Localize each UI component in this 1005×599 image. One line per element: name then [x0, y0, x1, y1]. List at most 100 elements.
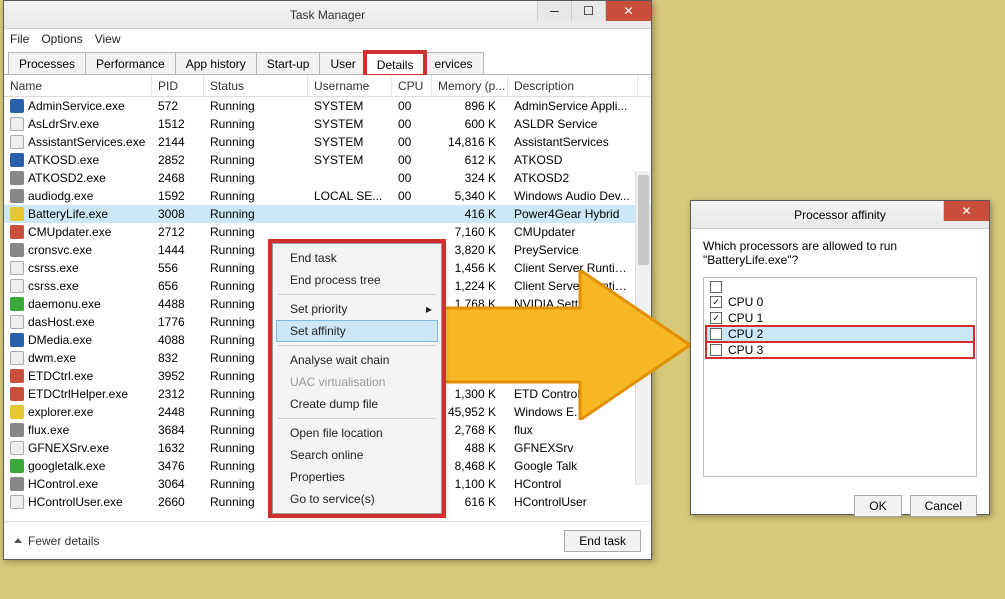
table-row[interactable]: ATKOSD2.exe2468Running00324 KATKOSD2: [4, 169, 651, 187]
process-status: Running: [204, 135, 308, 149]
tab-ervices[interactable]: ervices: [423, 52, 483, 74]
cpu-row[interactable]: CPU 2: [706, 326, 974, 342]
process-memory: 600 K: [432, 117, 508, 131]
process-icon: [10, 333, 24, 347]
process-desc: PreyService: [508, 243, 638, 257]
cancel-button[interactable]: Cancel: [910, 495, 977, 517]
process-icon: [10, 135, 24, 149]
tab-user[interactable]: User: [319, 52, 366, 74]
process-icon: [10, 441, 24, 455]
table-row[interactable]: AsLdrSrv.exe1512RunningSYSTEM00600 KASLD…: [4, 115, 651, 133]
tab-processes[interactable]: Processes: [8, 52, 86, 74]
process-status: Running: [204, 99, 308, 113]
col-name[interactable]: Name: [4, 75, 152, 96]
process-status: Running: [204, 153, 308, 167]
checkbox[interactable]: [710, 281, 722, 293]
menu-item-go-to-service-s-[interactable]: Go to service(s): [276, 488, 438, 510]
menu-item-end-process-tree[interactable]: End process tree: [276, 269, 438, 291]
process-pid: 1512: [152, 117, 204, 131]
process-icon: [10, 117, 24, 131]
cpu-row[interactable]: [706, 280, 974, 294]
process-pid: 4088: [152, 333, 204, 347]
checkbox[interactable]: [710, 296, 722, 308]
fewer-details-button[interactable]: Fewer details: [14, 534, 99, 548]
col-cpu[interactable]: CPU: [392, 75, 432, 96]
process-desc: HControlUser: [508, 495, 638, 509]
col-memory[interactable]: Memory (p...: [432, 75, 508, 96]
process-name: ATKOSD2.exe: [28, 171, 106, 185]
menu-item-search-online[interactable]: Search online: [276, 444, 438, 466]
process-pid: 3684: [152, 423, 204, 437]
menu-item-properties[interactable]: Properties: [276, 466, 438, 488]
process-pid: 4488: [152, 297, 204, 311]
affinity-cpu-list[interactable]: CPU 0CPU 1CPU 2CPU 3: [703, 277, 977, 477]
process-desc: ATKOSD2: [508, 171, 638, 185]
col-pid[interactable]: PID: [152, 75, 204, 96]
tab-app-history[interactable]: App history: [175, 52, 257, 74]
close-button[interactable]: ✕: [605, 1, 651, 21]
tab-performance[interactable]: Performance: [85, 52, 176, 74]
process-name: AdminService.exe: [28, 99, 125, 113]
table-row[interactable]: ATKOSD.exe2852RunningSYSTEM00612 KATKOSD: [4, 151, 651, 169]
col-username[interactable]: Username: [308, 75, 392, 96]
process-pid: 556: [152, 261, 204, 275]
cpu-row[interactable]: CPU 1: [706, 310, 974, 326]
process-icon: [10, 207, 24, 221]
maximize-button[interactable]: ☐: [571, 1, 605, 21]
process-icon: [10, 99, 24, 113]
minimize-button[interactable]: ─: [537, 1, 571, 21]
process-cpu: 00: [392, 135, 432, 149]
process-memory: 488 K: [432, 441, 508, 455]
scrollbar-thumb[interactable]: [638, 175, 649, 265]
checkbox[interactable]: [710, 344, 722, 356]
process-icon: [10, 171, 24, 185]
process-name: csrss.exe: [28, 261, 79, 275]
menu-file[interactable]: File: [10, 32, 29, 46]
menu-options[interactable]: Options: [41, 32, 82, 46]
process-pid: 2852: [152, 153, 204, 167]
table-row[interactable]: CMUpdater.exe2712Running7,160 KCMUpdater: [4, 223, 651, 241]
tab-start-up[interactable]: Start-up: [256, 52, 321, 74]
menu-item-end-task[interactable]: End task: [276, 247, 438, 269]
menu-separator: [278, 345, 436, 346]
affinity-close-button[interactable]: ✕: [943, 201, 989, 221]
process-name: HControl.exe: [28, 477, 98, 491]
ok-button[interactable]: OK: [854, 495, 901, 517]
process-icon: [10, 261, 24, 275]
table-row[interactable]: AdminService.exe572RunningSYSTEM00896 KA…: [4, 97, 651, 115]
menu-item-open-file-location[interactable]: Open file location: [276, 422, 438, 444]
process-name: flux.exe: [28, 423, 69, 437]
process-memory: 2,768 K: [432, 423, 508, 437]
col-status[interactable]: Status: [204, 75, 308, 96]
processor-affinity-dialog: Processor affinity ✕ Which processors ar…: [690, 200, 990, 515]
menu-separator: [278, 418, 436, 419]
process-desc: ATKOSD: [508, 153, 638, 167]
menu-item-analyse-wait-chain[interactable]: Analyse wait chain: [276, 349, 438, 371]
process-name: cronsvc.exe: [28, 243, 92, 257]
process-icon: [10, 369, 24, 383]
process-pid: 2312: [152, 387, 204, 401]
checkbox[interactable]: [710, 328, 722, 340]
bottom-bar: Fewer details End task: [4, 521, 651, 559]
menu-view[interactable]: View: [95, 32, 121, 46]
process-name: googletalk.exe: [28, 459, 105, 473]
table-row[interactable]: AssistantServices.exe2144RunningSYSTEM00…: [4, 133, 651, 151]
process-pid: 656: [152, 279, 204, 293]
end-task-button[interactable]: End task: [564, 530, 641, 552]
menu-separator: [278, 294, 436, 295]
col-description[interactable]: Description: [508, 75, 638, 96]
menu-item-create-dump-file[interactable]: Create dump file: [276, 393, 438, 415]
menu-item-set-affinity[interactable]: Set affinity: [276, 320, 438, 342]
checkbox[interactable]: [710, 312, 722, 324]
cpu-row[interactable]: CPU 3: [706, 342, 974, 358]
process-user: SYSTEM: [308, 99, 392, 113]
table-row[interactable]: audiodg.exe1592RunningLOCAL SE...005,340…: [4, 187, 651, 205]
affinity-title: Processor affinity: [794, 208, 886, 222]
cpu-row[interactable]: CPU 0: [706, 294, 974, 310]
process-pid: 1592: [152, 189, 204, 203]
process-memory: 416 K: [432, 207, 508, 221]
menu-item-set-priority[interactable]: Set priority: [276, 298, 438, 320]
table-row[interactable]: BatteryLife.exe3008Running416 KPower4Gea…: [4, 205, 651, 223]
process-memory: 7,160 K: [432, 225, 508, 239]
tab-details[interactable]: Details: [366, 53, 425, 75]
